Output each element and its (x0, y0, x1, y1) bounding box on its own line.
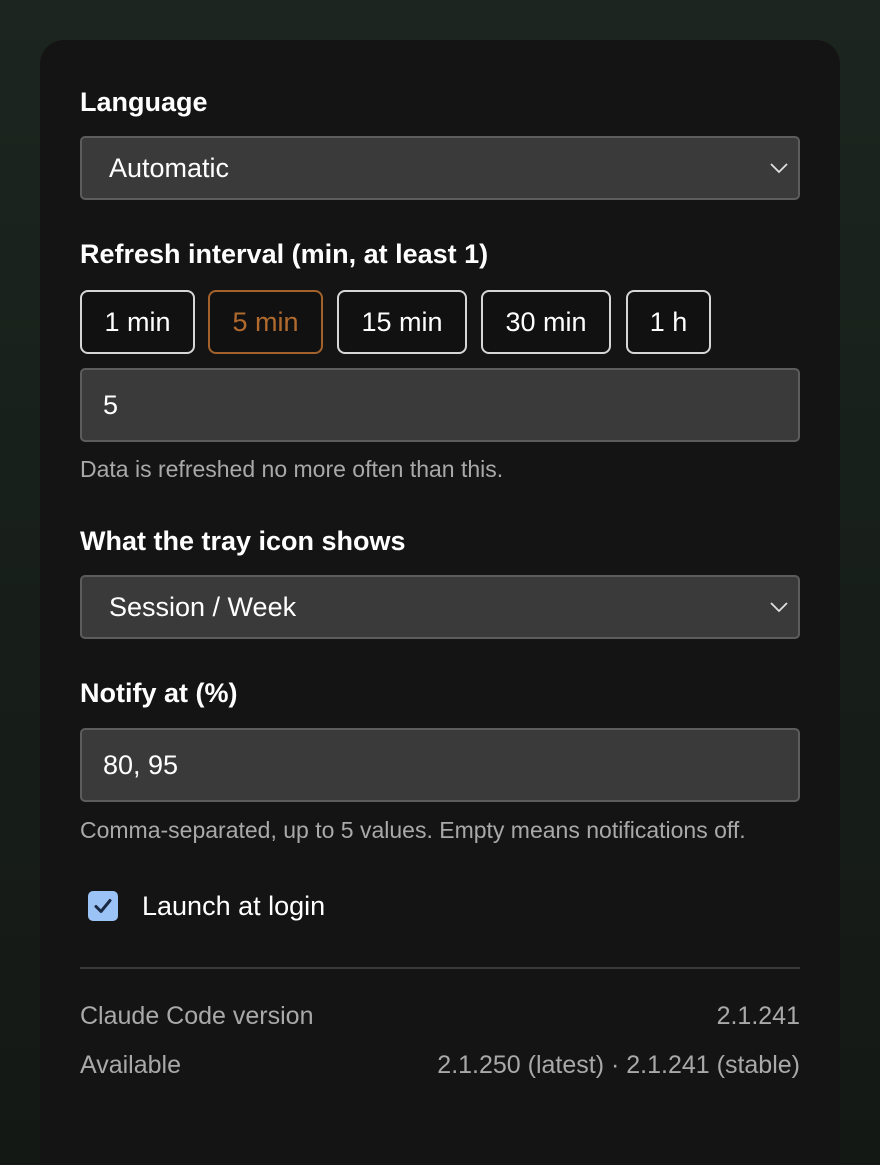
tray-icon-label: What the tray icon shows (80, 526, 406, 556)
notify-at-value: 80, 95 (103, 749, 179, 780)
version-value: 2.1.241 (716, 1002, 800, 1030)
preset-1-h-button[interactable]: 1 h (626, 290, 711, 354)
tray-icon-select[interactable]: Session / Week (80, 575, 800, 639)
checkmark-icon (94, 899, 112, 913)
notify-at-hint: Comma-separated, up to 5 values. Empty m… (80, 817, 746, 843)
version-row: Claude Code version 2.1.241 (80, 1000, 800, 1032)
refresh-interval-input[interactable]: 5 (80, 368, 800, 442)
language-select[interactable]: Automatic (80, 136, 800, 200)
refresh-interval-hint: Data is refreshed no more often than thi… (80, 456, 504, 482)
launch-at-login-row[interactable]: Launch at login (88, 888, 325, 924)
preset-1-min-button[interactable]: 1 min (80, 290, 195, 354)
available-label: Available (80, 1051, 182, 1079)
language-label: Language (80, 87, 208, 117)
launch-at-login-label: Launch at login (142, 890, 326, 921)
available-row: Available 2.1.250 (latest) · 2.1.241 (st… (80, 1049, 800, 1081)
chevron-down-icon (770, 163, 788, 174)
settings-panel: Language Automatic Refresh interval (min… (40, 40, 840, 1165)
preset-15-min-button[interactable]: 15 min (337, 290, 467, 354)
notify-at-label: Notify at (%) (80, 678, 238, 708)
language-select-value: Automatic (109, 152, 230, 183)
refresh-interval-label: Refresh interval (min, at least 1) (80, 239, 489, 269)
tray-icon-select-value: Session / Week (109, 591, 297, 622)
refresh-interval-value: 5 (103, 389, 119, 420)
divider (80, 967, 800, 969)
launch-at-login-checkbox[interactable] (88, 891, 118, 921)
available-value: 2.1.250 (latest) · 2.1.241 (stable) (437, 1051, 800, 1079)
version-label: Claude Code version (80, 1002, 314, 1030)
preset-5-min-button[interactable]: 5 min (208, 290, 323, 354)
notify-at-input[interactable]: 80, 95 (80, 728, 800, 802)
preset-30-min-button[interactable]: 30 min (481, 290, 611, 354)
chevron-down-icon (770, 602, 788, 613)
